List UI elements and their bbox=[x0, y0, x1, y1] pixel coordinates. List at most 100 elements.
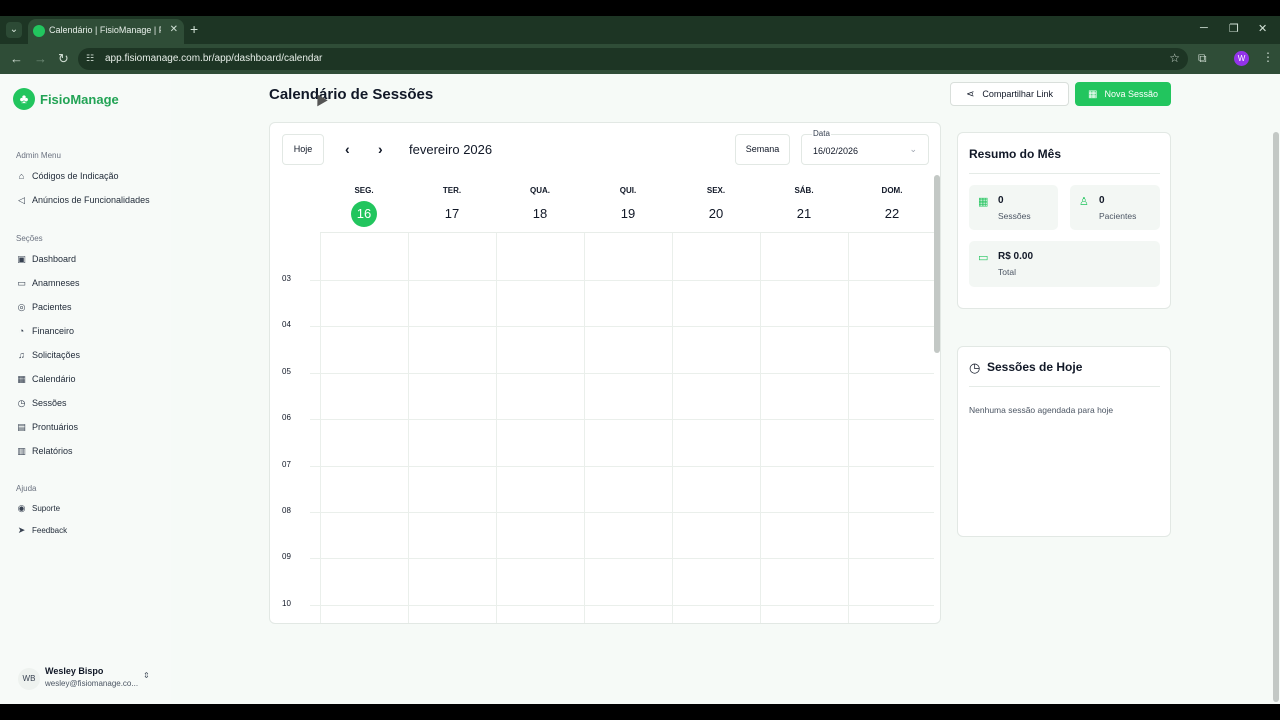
sidebar-item-calendar[interactable]: ▦ Calendário bbox=[16, 371, 75, 387]
sidebar-item-label: Códigos de Indicação bbox=[32, 171, 119, 181]
sidebar-item-label: Dashboard bbox=[32, 254, 77, 264]
section-admin-title: Admin Menu bbox=[16, 151, 61, 160]
reload-icon[interactable]: ↻ bbox=[58, 51, 69, 67]
day-name: QUA. bbox=[530, 186, 550, 195]
sidebar-item-referral-codes[interactable]: ⌂ Códigos de Indicação bbox=[16, 168, 119, 184]
brand-logo-icon: ♣ bbox=[13, 88, 35, 110]
hour-label: 04 bbox=[282, 320, 291, 330]
hour-label: 08 bbox=[282, 506, 291, 515]
new-session-button[interactable]: ▦ Nova Sessão bbox=[1075, 82, 1171, 106]
sidebar-item-patients[interactable]: ◎ Pacientes bbox=[16, 299, 72, 315]
browser-window: ⌄ Calendário | FisioManage | Fisio ✕ + ─… bbox=[0, 16, 1280, 704]
day-name: SEX. bbox=[706, 186, 726, 195]
patients-stat-label: Pacientes bbox=[1099, 211, 1137, 221]
address-bar[interactable]: ☷ app.fisiomanage.com.br/app/dashboard/c… bbox=[78, 48, 1188, 70]
today-button[interactable]: Hoje bbox=[282, 134, 324, 165]
day-name: QUI. bbox=[619, 186, 637, 195]
divider bbox=[969, 386, 1160, 387]
sidebar-item-records[interactable]: ▤ Prontuários bbox=[16, 419, 78, 435]
sidebar-item-label: Relatórios bbox=[32, 446, 73, 456]
week-grid[interactable] bbox=[310, 232, 934, 623]
brand[interactable]: ♣ FisioManage bbox=[13, 88, 119, 110]
close-window-icon[interactable]: ✕ bbox=[1258, 22, 1267, 35]
sidebar-item-requests[interactable]: ♫ Solicitações bbox=[16, 347, 80, 363]
hour-label: 09 bbox=[282, 552, 291, 562]
day-header[interactable]: QUA. 18 bbox=[496, 186, 584, 227]
day-header[interactable]: TER. 17 bbox=[408, 186, 496, 227]
hour-line bbox=[310, 604, 934, 606]
calendar-scrollbar[interactable] bbox=[934, 175, 940, 353]
megaphone-icon: ◁ bbox=[18, 194, 25, 205]
chevron-left-icon[interactable]: ‹ bbox=[345, 141, 350, 157]
sidebar-item-label: Anúncios de Funcionalidades bbox=[32, 195, 150, 205]
dashboard-icon: ▣ bbox=[17, 253, 26, 264]
sidebar-item-feedback[interactable]: ➤ Feedback bbox=[16, 522, 67, 538]
total-stat: ▭ R$ 0.00 Total bbox=[969, 241, 1160, 287]
site-info-icon[interactable]: ☷ bbox=[86, 53, 98, 65]
pie-icon: ◔ bbox=[18, 326, 25, 336]
day-name: SEG. bbox=[354, 186, 374, 195]
day-number[interactable]: 21 bbox=[791, 201, 817, 227]
share-link-button[interactable]: ⋖ Compartilhar Link bbox=[950, 82, 1069, 106]
support-icon: ◉ bbox=[17, 502, 26, 513]
bookmark-star-icon[interactable]: ☆ bbox=[1169, 51, 1180, 65]
browser-tab[interactable]: Calendário | FisioManage | Fisio ✕ bbox=[28, 19, 184, 44]
day-number[interactable]: 20 bbox=[703, 201, 729, 227]
new-tab-icon[interactable]: + bbox=[190, 21, 198, 37]
day-number[interactable]: 22 bbox=[879, 201, 905, 227]
back-icon[interactable]: ← bbox=[10, 51, 23, 66]
chevron-right-icon[interactable]: › bbox=[378, 141, 383, 157]
report-icon: ▥ bbox=[17, 445, 26, 456]
sidebar-item-dashboard[interactable]: ▣ Dashboard bbox=[16, 251, 76, 267]
user-menu[interactable]: WB Wesley Bispo wesley@fisiomanage.co...… bbox=[18, 664, 158, 694]
bell-icon: ♫ bbox=[18, 350, 25, 360]
hour-label: 07 bbox=[282, 459, 291, 469]
page-title: Calendário de Sessões bbox=[269, 86, 434, 103]
url-text[interactable]: app.fisiomanage.com.br/app/dashboard/cal… bbox=[105, 53, 322, 64]
tab-search-icon[interactable]: ⌄ bbox=[6, 22, 22, 38]
book-icon: ▭ bbox=[17, 277, 26, 288]
sessions-stat: ▦ 0 Sessões bbox=[969, 185, 1058, 230]
extensions-icon[interactable]: ⧉ bbox=[1198, 51, 1207, 66]
today-sessions-title: Sessões de Hoje bbox=[987, 360, 1083, 374]
browser-menu-icon[interactable]: ⋮ bbox=[1262, 50, 1274, 64]
day-header[interactable]: SEG. 16 bbox=[320, 186, 408, 227]
day-header[interactable]: QUI. 19 bbox=[584, 186, 672, 227]
sidebar-item-label: Anamneses bbox=[32, 278, 80, 288]
tab-favicon-icon bbox=[33, 25, 45, 37]
share-icon: ⋖ bbox=[966, 88, 975, 100]
day-number[interactable]: 19 bbox=[615, 201, 641, 227]
credit-card-icon: ▭ bbox=[978, 252, 989, 264]
sidebar-item-anamneses[interactable]: ▭ Anamneses bbox=[16, 275, 80, 291]
day-number-today[interactable]: 16 bbox=[351, 201, 377, 227]
day-header[interactable]: SÁB. 21 bbox=[760, 186, 848, 227]
tab-close-icon[interactable]: ✕ bbox=[170, 24, 178, 35]
sidebar-item-support[interactable]: ◉ Suporte bbox=[16, 500, 60, 516]
sidebar: ♣ FisioManage Admin Menu ⌂ Códigos de In… bbox=[0, 74, 171, 704]
day-header[interactable]: SEX. 20 bbox=[672, 186, 760, 227]
view-toggle-button[interactable]: Semana bbox=[735, 134, 790, 165]
sidebar-item-sessions[interactable]: ◷ Sessões bbox=[16, 395, 67, 411]
sidebar-item-reports[interactable]: ▥ Relatórios bbox=[16, 443, 73, 459]
forward-icon[interactable]: → bbox=[34, 51, 47, 66]
empty-state-message: Nenhuma sessão agendada para hoje bbox=[969, 405, 1114, 415]
restore-icon[interactable]: ❐ bbox=[1229, 22, 1239, 35]
day-header[interactable]: DOM. 22 bbox=[848, 186, 936, 227]
new-session-label: Nova Sessão bbox=[1104, 89, 1158, 99]
date-picker[interactable]: Data 16/02/2026 ⌄ bbox=[801, 129, 929, 165]
day-number[interactable]: 18 bbox=[527, 201, 553, 227]
calendar-plus-icon: ▦ bbox=[1088, 88, 1098, 100]
hour-line bbox=[310, 326, 934, 328]
address-toolbar: ← → ↻ ☷ app.fisiomanage.com.br/app/dashb… bbox=[0, 44, 1280, 74]
avatar: WB bbox=[18, 668, 40, 690]
hour-line bbox=[310, 465, 934, 467]
minimize-icon[interactable]: ─ bbox=[1200, 22, 1208, 34]
day-column-line bbox=[672, 233, 673, 623]
page-scrollbar[interactable] bbox=[1273, 132, 1279, 702]
sessions-icon: ◷ bbox=[17, 397, 26, 408]
sidebar-item-feature-announcements[interactable]: ◁ Anúncios de Funcionalidades bbox=[16, 192, 150, 208]
day-number[interactable]: 17 bbox=[439, 201, 465, 227]
profile-avatar[interactable]: W bbox=[1234, 51, 1249, 66]
sidebar-item-label: Sessões bbox=[32, 398, 67, 408]
sidebar-item-finance[interactable]: ◔ Financeiro bbox=[16, 323, 74, 339]
